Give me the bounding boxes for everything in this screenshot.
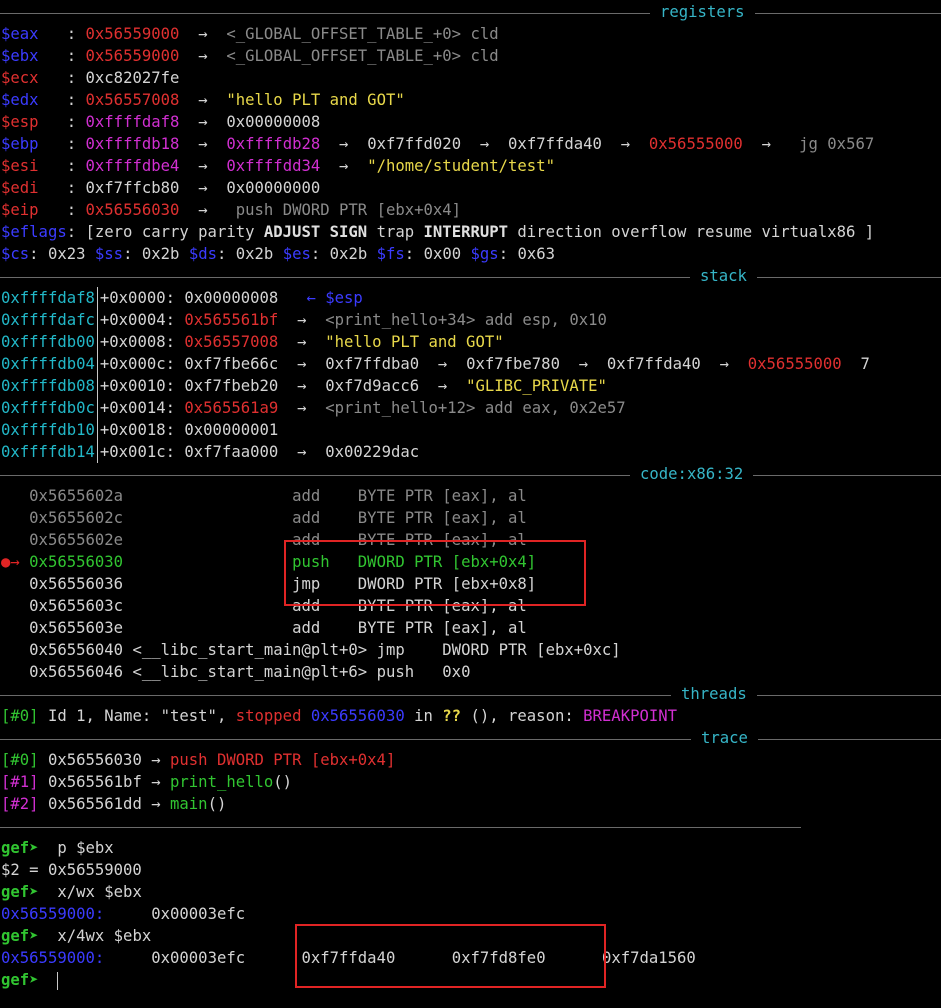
register-ebx: $ebx : 0x56559000 → <_GLOBAL_OFFSET_TABL… <box>1 47 499 65</box>
threads-section-header: threads <box>0 683 941 705</box>
stack-row: 0xffffdb04 +0x000c: 0xf7fbe66c → 0xf7ffdb… <box>1 353 870 375</box>
code-line: 0x56556046 <__libc_start_main@plt+6> pus… <box>29 663 471 681</box>
code-line: 0x56556040 <__libc_start_main@plt+0> jmp… <box>29 641 621 659</box>
trace-section-header: trace <box>0 727 941 749</box>
highlight-box-plt-stub <box>284 540 586 606</box>
stack-row: 0xffffdb08 +0x0010: 0xf7fbeb20 → 0xf7d9ac… <box>1 375 607 397</box>
register-edx: $edx : 0x56557008 → "hello PLT and GOT" <box>1 91 405 109</box>
code-section-header: code:x86:32 <box>0 463 941 485</box>
threads-title: threads <box>671 683 757 705</box>
trace-title: trace <box>691 727 758 749</box>
command-output: $2 = 0x56559000 <box>1 861 142 879</box>
stack-row: 0xffffdb0c +0x0014: 0x565561a9 → <print_h… <box>1 397 626 419</box>
registers-section-header: registers <box>0 1 941 23</box>
code-title: code:x86:32 <box>630 463 754 485</box>
stack-row: 0xffffdaf8 +0x0000: 0x00000008 ← $esp <box>1 287 363 309</box>
stack-section-header: stack <box>0 265 941 287</box>
stack-row: 0xffffdafc +0x0004: 0x565561bf → <print_h… <box>1 309 607 331</box>
stack-row: 0xffffdb00 +0x0008: 0x56557008 → "hello P… <box>1 331 504 353</box>
stack-row: 0xffffdb10 +0x0018: 0x00000001 <box>1 419 279 441</box>
register-edi: $edi : 0xf7ffcb80 → 0x00000000 <box>1 179 321 197</box>
trace-entry: [#0] 0x56556030 → push DWORD PTR [ebx+0x… <box>1 751 396 769</box>
thread-entry: [#0] Id 1, Name: "test", stopped 0x56556… <box>1 707 678 725</box>
register-ebp: $ebp : 0xffffdb18 → 0xffffdb28 → 0xf7ffd… <box>1 135 875 153</box>
breakpoint-arrow-icon: ●→ <box>1 553 20 571</box>
stack-title: stack <box>690 265 757 287</box>
terminal-window: registers $eax : 0x56559000 → <_GLOBAL_O… <box>0 0 941 1008</box>
command-line: gef➤ x/wx $ebx <box>1 883 142 901</box>
register-eip: $eip : 0x56556030 → push DWORD PTR [ebx+… <box>1 201 462 219</box>
command-output: 0x56559000: 0x00003efc <box>1 905 246 923</box>
register-eax: $eax : 0x56559000 → <_GLOBAL_OFFSET_TABL… <box>1 25 499 43</box>
registers-title: registers <box>650 1 755 23</box>
register-ecx: $ecx : 0xc82027fe <box>1 69 180 87</box>
command-line: gef➤ p $ebx <box>1 839 114 857</box>
register-eflags: $eflags: [zero carry parity ADJUST SIGN … <box>1 223 875 241</box>
segment-registers: $cs: 0x23 $ss: 0x2b $ds: 0x2b $es: 0x2b … <box>1 245 556 263</box>
code-line: 0x5655602c add BYTE PTR [eax], al <box>29 509 527 527</box>
register-esp: $esp : 0xffffdaf8 → 0x00000008 <box>1 113 321 131</box>
code-line: 0x5655603e add BYTE PTR [eax], al <box>29 619 527 637</box>
register-esi: $esi : 0xffffdbe4 → 0xffffdd34 → "/home/… <box>1 157 555 175</box>
code-line: 0x5655602a add BYTE PTR [eax], al <box>29 487 527 505</box>
highlight-box-got-entries <box>295 924 606 988</box>
stack-row: 0xffffdb14 +0x001c: 0xf7faa000 → 0x00229d… <box>1 441 420 463</box>
trace-entry: [#2] 0x565561dd → main() <box>1 795 227 813</box>
trace-entry: [#1] 0x565561bf → print_hello() <box>1 773 293 791</box>
text-cursor <box>57 971 59 990</box>
section-divider <box>0 815 941 837</box>
